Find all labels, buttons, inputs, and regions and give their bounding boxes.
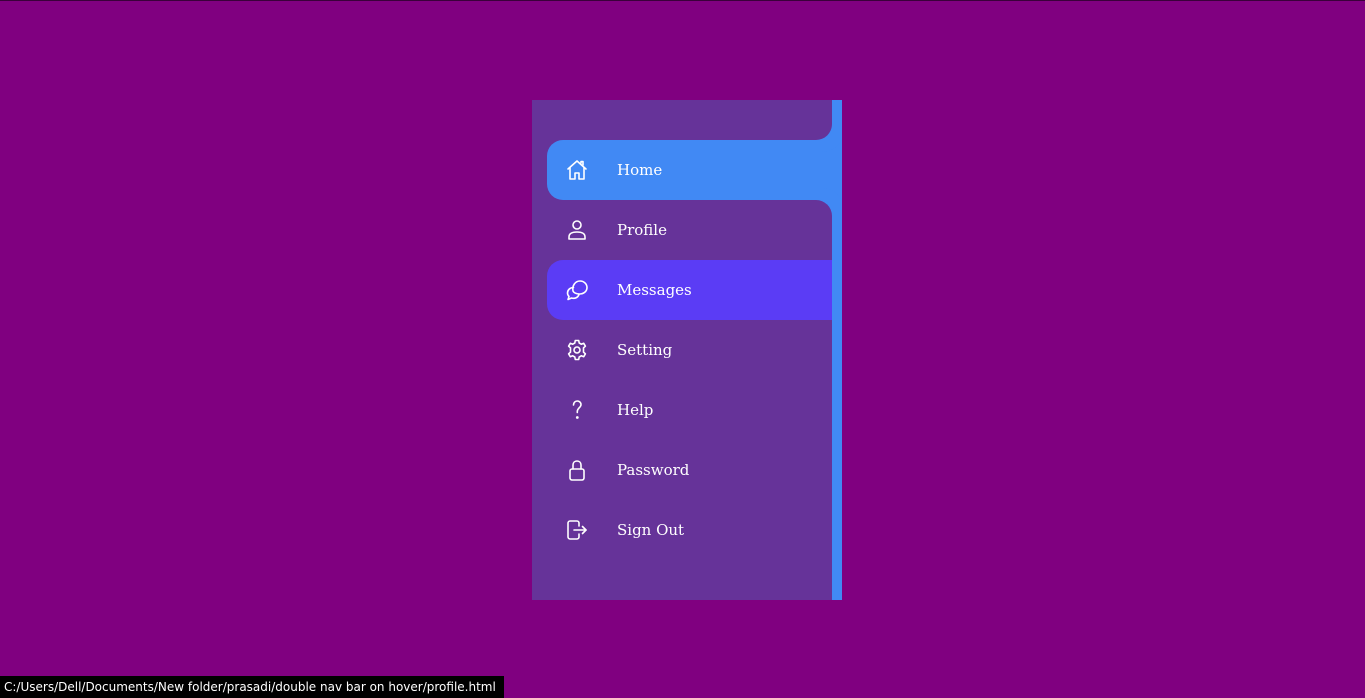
nav-item-label: Setting: [617, 341, 673, 359]
nav-item-label: Messages: [617, 281, 692, 299]
nav-item-setting[interactable]: Setting: [547, 320, 832, 380]
nav-item-sign-out[interactable]: Sign Out: [547, 500, 832, 560]
nav-item-messages[interactable]: Messages: [547, 260, 832, 320]
nav-item-profile[interactable]: Profile: [547, 200, 832, 260]
nav-list: Home Profile Messages Setting Help Passw…: [547, 140, 842, 560]
nav-item-label: Help: [617, 401, 654, 419]
sign-out-icon: [547, 500, 607, 560]
user-icon: [547, 200, 607, 260]
nav-item-label: Profile: [617, 221, 667, 239]
navigation-panel: Home Profile Messages Setting Help Passw…: [532, 100, 842, 600]
nav-item-home[interactable]: Home: [547, 140, 842, 200]
question-icon: [547, 380, 607, 440]
browser-status-bar: C:/Users/Dell/Documents/New folder/prasa…: [0, 676, 504, 698]
lock-icon: [547, 440, 607, 500]
page: Home Profile Messages Setting Help Passw…: [0, 0, 1365, 698]
nav-item-password[interactable]: Password: [547, 440, 832, 500]
nav-item-help[interactable]: Help: [547, 380, 832, 440]
nav-item-label: Password: [617, 461, 690, 479]
nav-item-label: Home: [617, 161, 663, 179]
gear-icon: [547, 320, 607, 380]
home-icon: [547, 140, 607, 200]
nav-item-label: Sign Out: [617, 521, 685, 539]
chat-icon: [547, 260, 607, 320]
